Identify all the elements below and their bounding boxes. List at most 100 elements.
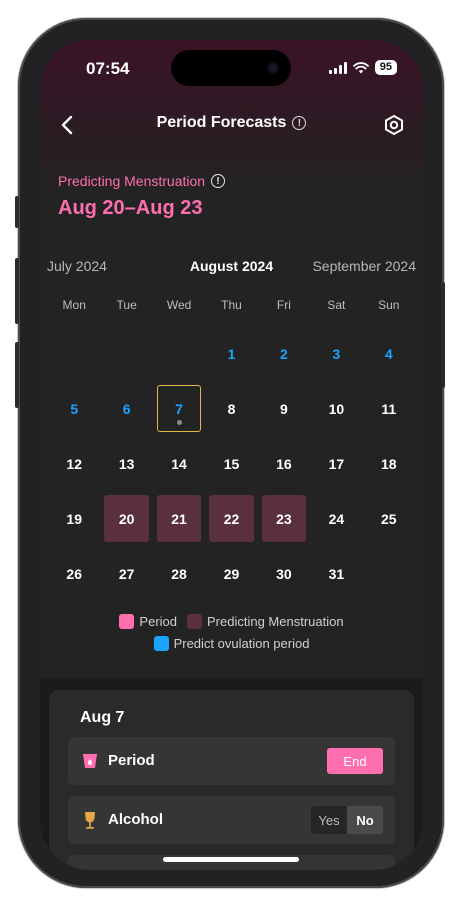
settings-button[interactable] [379,110,409,140]
calendar-day[interactable]: 29 [209,550,253,597]
alcohol-row: Alcohol Yes No [68,796,395,844]
calendar-day[interactable]: 16 [262,440,306,487]
calendar-day-number: 19 [66,510,82,527]
status-icons: 95 [328,60,397,75]
calendar-day[interactable]: 1 [209,330,253,377]
calendar-day[interactable]: 8 [209,385,253,432]
selected-date: Aug 7 [80,709,125,726]
calendar-day[interactable]: 24 [314,495,358,542]
alcohol-no-option[interactable]: No [347,806,383,834]
calendar-day[interactable]: 17 [314,440,358,487]
weekday-label: Fri [276,298,291,312]
calendar-day[interactable]: 18 [367,440,411,487]
calendar-day-number: 2 [280,345,288,362]
status-time: 07:54 [86,59,130,78]
calendar-day[interactable]: 23 [261,495,307,542]
calendar-day-number: 16 [276,455,292,472]
calendar-empty-cell [52,330,96,377]
day-detail-card: Aug 7 Period End Alcohol Yes No [49,690,414,870]
calendar-day[interactable]: 13 [104,440,148,487]
volume-up-button [15,258,19,324]
calendar: Mon Tue Wed Thu Fri Sat Sun 1 2 3 4 5 6 7 8 9 10 1… [40,298,423,597]
legend-item-ovulation: Predict ovulation period [153,635,309,651]
calendar-day-number: 29 [223,565,240,582]
calendar-day-number: 23 [276,510,292,527]
calendar-grid: 1 2 3 4 5 6 7 8 9 10 11 12 13 14 15 16 17 18 19 20 21 22 23 24 2… [40,330,423,597]
calendar-day[interactable]: 25 [367,495,411,542]
calendar-day-number: 8 [227,400,236,417]
calendar-day[interactable]: 11 [367,385,411,432]
calendar-day[interactable]: 15 [209,440,253,487]
calendar-day-number: 28 [171,565,187,582]
calendar-day[interactable]: 6 [104,385,148,432]
period-label: Period [108,752,155,769]
day-detail-sheet: Aug 7 Period End Alcohol Yes No [40,678,423,870]
calendar-day-number: 21 [171,510,187,527]
end-period-button[interactable]: End [327,748,383,774]
calendar-day-number: 12 [66,455,82,472]
info-icon[interactable]: ! [292,116,307,130]
alcohol-toggle: Yes No [311,806,383,834]
calendar-day-number: 24 [328,510,345,527]
legend-item-predicting: Predicting Menstruation [187,613,344,629]
calendar-day-number: 1 [227,345,236,362]
legend-label: Period [139,613,177,629]
alcohol-label: Alcohol [108,811,163,828]
calendar-day[interactable]: 19 [52,495,96,542]
calendar-day[interactable]: 14 [157,440,201,487]
prediction-label-row: Predicting Menstruation ! [58,173,226,189]
calendar-empty-cell [104,330,148,377]
calendar-day[interactable]: 26 [52,550,96,597]
calendar-day[interactable]: 7 [156,385,202,432]
weekday-label: Wed [166,298,192,312]
volume-down-button [15,342,19,408]
calendar-day-number: 11 [381,400,397,417]
gear-icon [385,115,403,135]
record-dot [176,420,182,425]
wifi-icon [352,61,369,73]
prediction-info-icon[interactable]: ! [211,174,226,188]
weekday-label: Sat [327,298,346,312]
calendar-day-number: 25 [380,510,397,527]
battery-indicator: 95 [374,60,397,75]
legend-item-period: Period [119,613,177,629]
calendar-day-number: 6 [122,400,131,417]
calendar-day[interactable]: 31 [314,550,358,597]
calendar-day[interactable]: 12 [52,440,96,487]
calendar-day[interactable]: 20 [104,495,149,542]
calendar-day[interactable]: 21 [156,495,202,542]
month-selector: July 2024 August 2024 September 2024 [40,258,423,278]
dynamic-island [171,50,291,86]
calendar-day-number: 3 [332,345,341,362]
cellular-signal-icon [328,61,347,74]
calendar-day[interactable]: 28 [157,550,201,597]
calendar-day-number: 4 [384,345,393,362]
period-row: Period End [68,737,395,785]
calendar-day[interactable]: 30 [262,550,306,597]
calendar-day[interactable]: 27 [104,550,148,597]
calendar-day-number: 7 [175,400,183,417]
calendar-day-number: 14 [171,455,187,472]
home-indicator[interactable] [163,857,299,862]
next-month-tab[interactable]: September 2024 [312,258,416,274]
calendar-day[interactable]: 22 [209,495,254,542]
app-screen: 07:54 95 Period Forecasts ! Predicting M… [40,40,423,870]
calendar-day-number: 5 [70,400,79,417]
ovulation-swatch [153,635,169,651]
calendar-empty-cell [157,330,201,377]
weekday-label: Sun [378,298,400,312]
calendar-day[interactable]: 10 [314,385,358,432]
alcohol-yes-option[interactable]: Yes [311,806,347,834]
weekday-header: Mon Tue Wed Thu Fri Sat Sun [40,298,423,318]
weekday-label: Mon [62,298,86,312]
calendar-day[interactable]: 2 [262,330,306,377]
nav-bar: Period Forecasts ! [40,110,423,140]
period-swatch [119,613,135,629]
period-icon [83,754,97,768]
predicting-swatch [187,613,202,629]
calendar-day[interactable]: 3 [314,330,358,377]
calendar-day[interactable]: 4 [367,330,411,377]
calendar-day[interactable]: 5 [52,385,96,432]
calendar-day[interactable]: 9 [262,385,306,432]
calendar-day-number: 26 [66,565,82,582]
